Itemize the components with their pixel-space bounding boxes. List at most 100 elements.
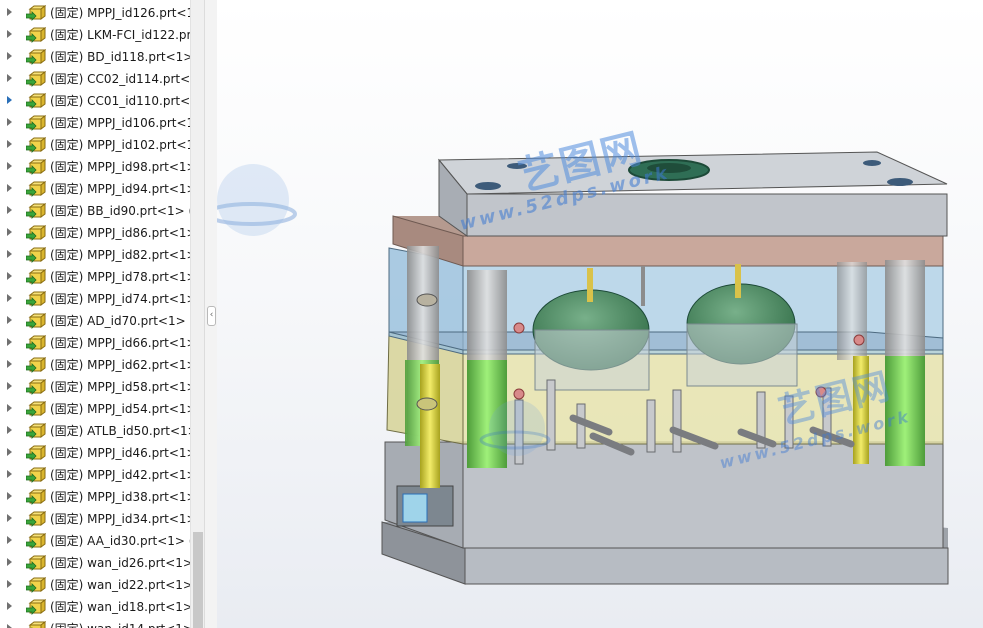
expand-arrow-icon[interactable] — [7, 316, 12, 324]
tree-item[interactable]: (固定) wan_id14.prt<1> — [0, 618, 190, 628]
expand-arrow-icon[interactable] — [7, 206, 12, 214]
assembly-part-icon — [26, 291, 46, 307]
expand-arrow-icon[interactable] — [7, 426, 12, 434]
assembly-part-icon — [26, 423, 46, 439]
tree-item[interactable]: (固定) MPPJ_id106.prt<1 — [0, 112, 190, 134]
expand-arrow-icon[interactable] — [7, 74, 12, 82]
expand-arrow-icon[interactable] — [7, 602, 12, 610]
tree-item[interactable]: (固定) wan_id18.prt<1> — [0, 596, 190, 618]
expand-arrow-icon[interactable] — [7, 558, 12, 566]
assembly-part-icon — [26, 467, 46, 483]
tree-item-label: (固定) MPPJ_id38.prt<1> — [50, 490, 190, 504]
expand-arrow-icon[interactable] — [7, 470, 12, 478]
tree-item-label: (固定) AA_id30.prt<1> ( — [50, 534, 190, 548]
assembly-part-icon — [26, 27, 46, 43]
tree-item[interactable]: (固定) MPPJ_id94.prt<1> — [0, 178, 190, 200]
tree-item[interactable]: (固定) AD_id70.prt<1> ( — [0, 310, 190, 332]
expand-arrow-icon[interactable] — [7, 514, 12, 522]
expand-arrow-icon[interactable] — [7, 624, 12, 628]
tree-item[interactable]: (固定) MPPJ_id58.prt<1> — [0, 376, 190, 398]
assembly-part-icon — [26, 269, 46, 285]
expand-arrow-icon[interactable] — [7, 118, 12, 126]
expand-arrow-icon[interactable] — [7, 382, 12, 390]
expand-arrow-icon[interactable] — [7, 492, 12, 500]
assembly-part-icon — [26, 93, 46, 109]
graphics-viewport[interactable]: 艺图网 www.52dps.work 艺图网 www.52dps.work — [217, 0, 983, 628]
tree-item-label: (固定) LKM-FCI_id122.pr — [50, 28, 190, 42]
tree-item[interactable]: (固定) MPPJ_id66.prt<1> — [0, 332, 190, 354]
tree-item[interactable]: (固定) MPPJ_id98.prt<1> — [0, 156, 190, 178]
expand-arrow-icon[interactable] — [7, 536, 12, 544]
tree-item-label: (固定) MPPJ_id58.prt<1> — [50, 380, 190, 394]
tree-item[interactable]: (固定) MPPJ_id34.prt<1> — [0, 508, 190, 530]
assembly-part-icon — [26, 445, 46, 461]
tree-item[interactable]: (固定) CC01_id110.prt<1 — [0, 90, 190, 112]
tree-item-label: (固定) MPPJ_id86.prt<1> — [50, 226, 190, 240]
panel-splitter[interactable]: ‹ — [204, 0, 218, 628]
tree-item[interactable]: (固定) MPPJ_id38.prt<1> — [0, 486, 190, 508]
expand-arrow-icon[interactable] — [7, 96, 12, 104]
tree-item[interactable]: (固定) MPPJ_id102.prt<1 — [0, 134, 190, 156]
tree-item[interactable]: (固定) wan_id26.prt<1> — [0, 552, 190, 574]
tree-item-label: (固定) MPPJ_id82.prt<1> — [50, 248, 190, 262]
assembly-part-icon — [26, 357, 46, 373]
expand-arrow-icon[interactable] — [7, 162, 12, 170]
expand-arrow-icon[interactable] — [7, 448, 12, 456]
assembly-part-icon — [26, 335, 46, 351]
tree-item-label: (固定) MPPJ_id94.prt<1> — [50, 182, 190, 196]
assembly-part-icon — [26, 401, 46, 417]
tree-item[interactable]: (固定) LKM-FCI_id122.pr — [0, 24, 190, 46]
expand-arrow-icon[interactable] — [7, 338, 12, 346]
tree-item[interactable]: (固定) MPPJ_id62.prt<1> — [0, 354, 190, 376]
expand-arrow-icon[interactable] — [7, 184, 12, 192]
tree-item-label: (固定) MPPJ_id126.prt<1 — [50, 6, 190, 20]
tree-item[interactable]: (固定) BD_id118.prt<1> — [0, 46, 190, 68]
tree-item-label: (固定) CC01_id110.prt<1 — [50, 94, 190, 108]
assembly-part-icon — [26, 49, 46, 65]
expand-arrow-icon[interactable] — [7, 294, 12, 302]
tree-item-label: (固定) MPPJ_id98.prt<1> — [50, 160, 190, 174]
tree-item[interactable]: (固定) MPPJ_id54.prt<1> — [0, 398, 190, 420]
tree-item-label: (固定) CC02_id114.prt<1 — [50, 72, 190, 86]
expand-arrow-icon[interactable] — [7, 52, 12, 60]
tree-item-label: (固定) AD_id70.prt<1> ( — [50, 314, 190, 328]
expand-arrow-icon[interactable] — [7, 250, 12, 258]
tree-item[interactable]: (固定) ATLB_id50.prt<1> — [0, 420, 190, 442]
scrollbar-thumb[interactable] — [193, 532, 203, 628]
tree-item[interactable]: (固定) MPPJ_id42.prt<1> — [0, 464, 190, 486]
assembly-part-icon — [26, 511, 46, 527]
expand-arrow-icon[interactable] — [7, 228, 12, 236]
expand-arrow-icon[interactable] — [7, 8, 12, 16]
tree-item[interactable]: (固定) MPPJ_id74.prt<1> — [0, 288, 190, 310]
tree-item-label: (固定) MPPJ_id102.prt<1 — [50, 138, 190, 152]
bottom-plate-front — [464, 547, 949, 585]
assembly-part-icon — [26, 181, 46, 197]
tree-item[interactable]: (固定) MPPJ_id86.prt<1> — [0, 222, 190, 244]
tree-scrollbar[interactable] — [190, 0, 205, 628]
tree-item[interactable]: (固定) MPPJ_id46.prt<1> — [0, 442, 190, 464]
assembly-part-icon — [26, 71, 46, 87]
tree-item-label: (固定) wan_id18.prt<1> — [50, 600, 190, 614]
expand-arrow-icon[interactable] — [7, 360, 12, 368]
tree-item[interactable]: (固定) wan_id22.prt<1> — [0, 574, 190, 596]
assembly-part-icon — [26, 115, 46, 131]
expand-arrow-icon[interactable] — [7, 404, 12, 412]
expand-arrow-icon[interactable] — [7, 272, 12, 280]
feature-tree: (固定) MPPJ_id126.prt<1 (固定) LKM-FCI_id122.… — [0, 0, 190, 628]
expand-arrow-icon[interactable] — [7, 580, 12, 588]
assembly-part-icon — [26, 599, 46, 615]
tree-item-label: (固定) MPPJ_id106.prt<1 — [50, 116, 190, 130]
tree-item[interactable]: (固定) MPPJ_id78.prt<1> — [0, 266, 190, 288]
splitter-handle-icon[interactable]: ‹ — [207, 306, 216, 326]
assembly-part-icon — [26, 225, 46, 241]
expand-arrow-icon[interactable] — [7, 30, 12, 38]
tree-item[interactable]: (固定) AA_id30.prt<1> ( — [0, 530, 190, 552]
tree-item[interactable]: (固定) MPPJ_id82.prt<1> — [0, 244, 190, 266]
tree-item[interactable]: (固定) MPPJ_id126.prt<1 — [0, 2, 190, 24]
expand-arrow-icon[interactable] — [7, 140, 12, 148]
tree-item-label: (固定) MPPJ_id74.prt<1> — [50, 292, 190, 306]
mold-assembly-model — [217, 151, 949, 585]
tree-item-label: (固定) MPPJ_id54.prt<1> — [50, 402, 190, 416]
tree-item[interactable]: (固定) BB_id90.prt<1> ( — [0, 200, 190, 222]
tree-item[interactable]: (固定) CC02_id114.prt<1 — [0, 68, 190, 90]
